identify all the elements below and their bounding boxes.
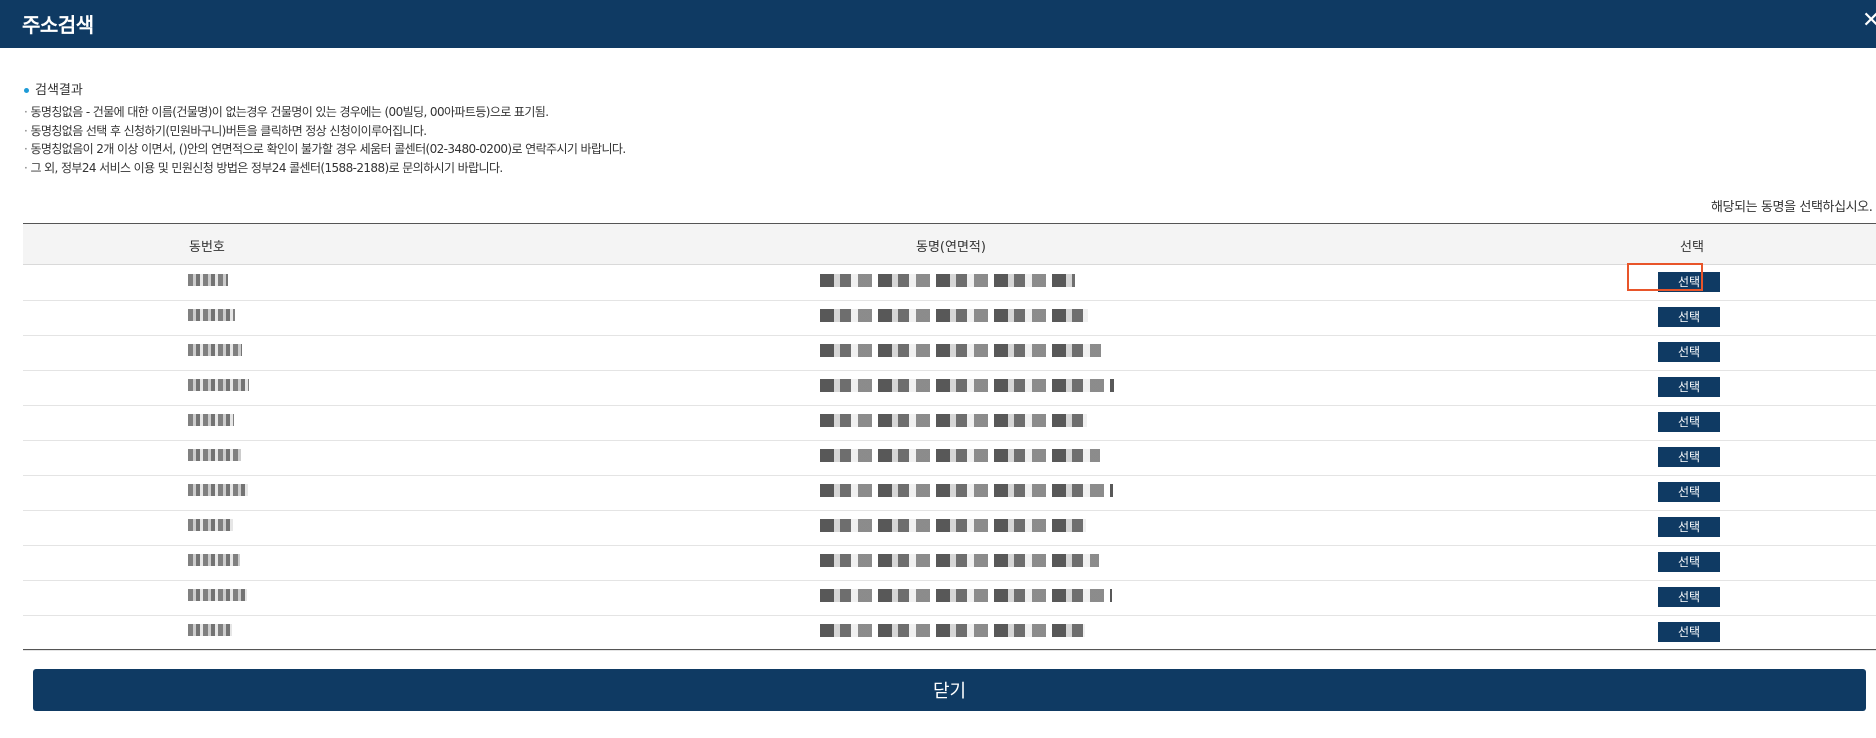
table-row: 선택 <box>23 405 1876 441</box>
building-number-redacted <box>188 344 242 356</box>
select-button[interactable]: 선택 <box>1658 272 1720 292</box>
table-row: 선택 <box>23 370 1876 406</box>
building-number-redacted <box>188 624 232 636</box>
select-button[interactable]: 선택 <box>1658 342 1720 362</box>
building-name-redacted <box>820 484 1113 497</box>
select-button[interactable]: 선택 <box>1658 587 1720 607</box>
note-item: 동명칭없음 선택 후 신청하기(민원바구니)버튼을 클릭하면 정상 신청이이루어… <box>24 122 626 141</box>
select-button[interactable]: 선택 <box>1658 482 1720 502</box>
select-cell: 선택 <box>1658 587 1720 607</box>
table-row: 선택 <box>23 580 1876 616</box>
select-button[interactable]: 선택 <box>1658 622 1720 642</box>
close-icon[interactable]: ✕ <box>1862 8 1876 33</box>
table-row: 선택 <box>23 615 1876 651</box>
building-name-redacted <box>820 309 1088 322</box>
building-name-redacted <box>820 379 1114 392</box>
select-cell: 선택 <box>1658 377 1720 397</box>
building-name-redacted <box>820 274 1075 287</box>
building-number-redacted <box>188 274 228 286</box>
result-heading: 검색결과 <box>24 79 83 98</box>
notes-list: 동명칭없음 - 건물에 대한 이름(건물명)이 없는경우 건물명이 있는 경우에… <box>24 103 626 177</box>
building-name-redacted <box>820 519 1086 532</box>
select-button[interactable]: 선택 <box>1658 447 1720 467</box>
building-name-redacted <box>820 449 1100 462</box>
building-number-redacted <box>188 309 235 321</box>
note-item: 동명칭없음 - 건물에 대한 이름(건물명)이 없는경우 건물명이 있는 경우에… <box>24 103 626 122</box>
table-row: 선택 <box>23 335 1876 371</box>
select-cell: 선택 <box>1658 622 1720 642</box>
table-row: 선택 <box>23 545 1876 581</box>
building-number-redacted <box>188 589 247 601</box>
building-number-redacted <box>188 449 241 461</box>
column-header-select: 선택 <box>1680 240 1704 255</box>
select-instruction: 해당되는 동명을 선택하십시오. <box>1711 200 1873 215</box>
building-number-redacted <box>188 519 233 531</box>
close-button[interactable]: 닫기 <box>33 669 1866 711</box>
column-header-number: 동번호 <box>189 240 225 255</box>
select-button[interactable]: 선택 <box>1658 377 1720 397</box>
select-cell: 선택 <box>1658 447 1720 467</box>
building-number-redacted <box>188 554 240 566</box>
building-name-redacted <box>820 554 1099 567</box>
select-cell: 선택 <box>1658 482 1720 502</box>
table-row: 선택 <box>23 440 1876 476</box>
select-cell: 선택 <box>1658 307 1720 327</box>
building-name-redacted <box>820 414 1087 427</box>
table-header: 동번호 동명(연면적) 선택 <box>23 224 1876 265</box>
select-cell: 선택 <box>1658 272 1720 292</box>
table-row: 선택 <box>23 265 1876 301</box>
note-item: 동명칭없음이 2개 이상 이면서, ()안의 연면적으로 확인이 불가할 경우 … <box>24 140 626 159</box>
bullet-dot-icon <box>24 88 29 93</box>
select-button[interactable]: 선택 <box>1658 552 1720 572</box>
select-button[interactable]: 선택 <box>1658 412 1720 432</box>
select-button[interactable]: 선택 <box>1658 307 1720 327</box>
table-row: 선택 <box>23 300 1876 336</box>
table-row: 선택 <box>23 510 1876 546</box>
note-item: 그 외, 정부24 서비스 이용 및 민원신청 방법은 정부24 콜센터(158… <box>24 159 626 178</box>
dialog-header: 주소검색 ✕ <box>0 0 1876 48</box>
building-name-redacted <box>820 624 1085 637</box>
select-cell: 선택 <box>1658 412 1720 432</box>
building-name-redacted <box>820 589 1112 602</box>
dialog-title: 주소검색 <box>22 13 94 37</box>
select-cell: 선택 <box>1658 552 1720 572</box>
select-button[interactable]: 선택 <box>1658 517 1720 537</box>
column-header-name: 동명(연면적) <box>916 240 986 255</box>
building-number-redacted <box>188 484 248 496</box>
building-number-redacted <box>188 379 249 391</box>
building-number-redacted <box>188 414 234 426</box>
building-table: 동번호 동명(연면적) 선택 선택 선택 선택 선택 선택 선택 선택 선택 선택 선택 선택 <box>23 223 1876 651</box>
select-cell: 선택 <box>1658 342 1720 362</box>
result-heading-label: 검색결과 <box>35 83 83 98</box>
table-row: 선택 <box>23 475 1876 511</box>
building-name-redacted <box>820 344 1101 357</box>
select-cell: 선택 <box>1658 517 1720 537</box>
